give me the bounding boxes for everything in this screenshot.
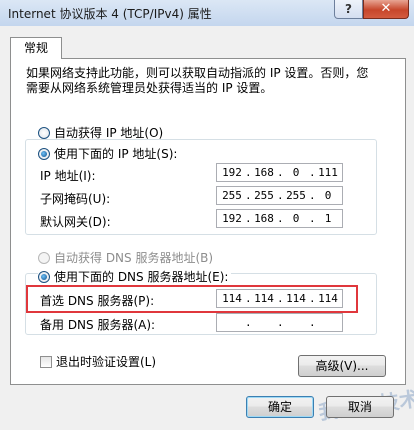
radio-auto-dns-label: 自动获得 DNS 服务器地址(B) (54, 251, 214, 265)
validate-checkbox[interactable] (40, 355, 52, 368)
window-title: Internet 协议版本 4 (TCP/IPv4) 属性 (8, 7, 212, 21)
subnet-mask-field[interactable]: 255. 255. 255. 0 (216, 186, 343, 205)
description-text: 如果网络支持此功能，则可以获取自动指派的 IP 设置。否则，您需要从网络系统管理… (26, 66, 369, 95)
title-bar: Internet 协议版本 4 (TCP/IPv4) 属性 ? ✕ (0, 0, 414, 26)
radio-auto-ip[interactable]: 自动获得 IP 地址(O) (38, 124, 163, 140)
ok-button[interactable]: 确定 (246, 396, 314, 418)
mask-octet-4: 0 (324, 189, 332, 202)
help-button[interactable]: ? (334, 0, 363, 19)
radio-auto-dns-circle[interactable] (38, 251, 50, 264)
radio-manual-dns-label: 使用下面的 DNS 服务器地址(E): (54, 270, 229, 284)
dot: . (245, 316, 252, 329)
validate-label: 退出时验证设置(L) (56, 355, 157, 369)
mask-octet-1: 255 (222, 189, 242, 202)
alternate-dns-label: 备用 DNS 服务器(A): (40, 318, 156, 332)
radio-manual-ip-label: 使用下面的 IP 地址(S): (54, 147, 178, 161)
ip-octet-3: 0 (292, 166, 300, 179)
gateway-label: 默认网关(D): (40, 215, 111, 229)
mask-octet-3: 255 (286, 189, 306, 202)
ip-octet-1: 192 (222, 166, 242, 179)
gateway-field[interactable]: 192. 168. 0. 1 (216, 209, 343, 228)
ip-octet-4: 111 (318, 166, 338, 179)
gw-octet-4: 1 (324, 212, 332, 225)
radio-manual-ip[interactable]: 使用下面的 IP 地址(S): (38, 145, 181, 161)
radio-auto-ip-circle[interactable] (38, 126, 50, 139)
tab-general[interactable]: 常规 (10, 37, 62, 59)
alternate-dns-field[interactable]: . . . (216, 313, 343, 332)
radio-auto-dns[interactable]: 自动获得 DNS 服务器地址(B) (38, 249, 213, 265)
gw-octet-3: 0 (292, 212, 300, 225)
gw-octet-1: 192 (222, 212, 242, 225)
advanced-button[interactable]: 高级(V)... (298, 355, 386, 377)
close-button[interactable]: ✕ (363, 0, 409, 19)
radio-manual-ip-circle[interactable] (38, 147, 50, 160)
ip-address-field[interactable]: 192. 168. 0. 111 (216, 163, 343, 182)
radio-manual-dns-circle[interactable] (38, 270, 50, 283)
gw-octet-2: 168 (254, 212, 274, 225)
cancel-button[interactable]: 取消 (326, 396, 394, 418)
ip-address-label: IP 地址(I): (40, 169, 96, 183)
subnet-mask-label: 子网掩码(U): (40, 192, 111, 206)
dot: . (277, 316, 284, 329)
radio-manual-dns[interactable]: 使用下面的 DNS 服务器地址(E): (38, 268, 232, 284)
highlight-box (26, 285, 358, 313)
mask-octet-2: 255 (254, 189, 274, 202)
dot: . (309, 316, 316, 329)
validate-checkbox-row[interactable]: 退出时验证设置(L) (40, 353, 156, 370)
radio-auto-ip-label: 自动获得 IP 地址(O) (54, 126, 164, 140)
ip-octet-2: 168 (254, 166, 274, 179)
